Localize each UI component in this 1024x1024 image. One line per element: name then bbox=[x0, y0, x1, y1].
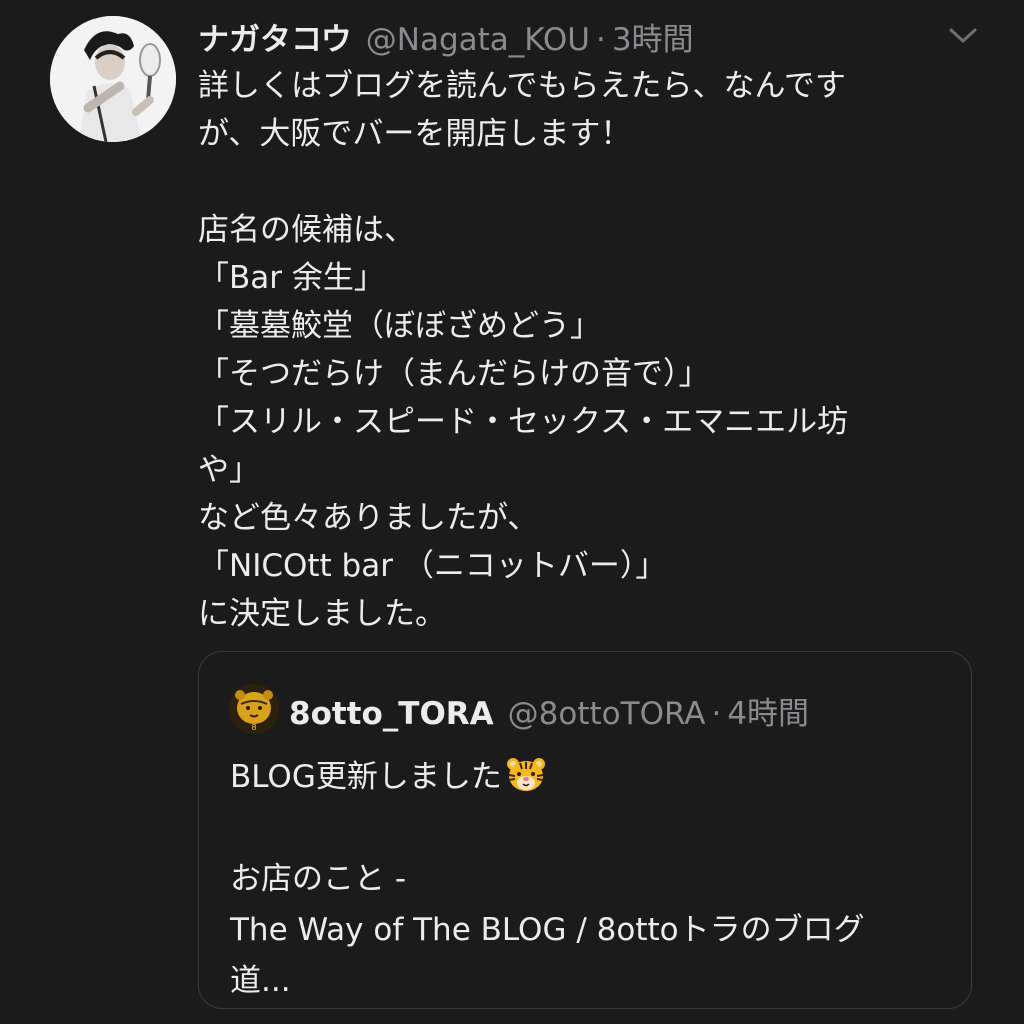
tweet-text-line: 「NICOtt bar （ニコットバー）」 bbox=[198, 548, 667, 584]
separator: · bbox=[596, 22, 606, 58]
tweet-text-line: や」 bbox=[198, 452, 260, 488]
tweet[interactable]: ナガタコウ @Nagata_KOU · 3時間 詳しくはブログを読んでもらえたら… bbox=[0, 0, 1024, 1024]
tweet-header: ナガタコウ @Nagata_KOU · 3時間 bbox=[198, 14, 694, 58]
tiger-face-emoji-icon bbox=[506, 758, 545, 791]
avatar-photo bbox=[50, 16, 176, 142]
tweet-text-line bbox=[198, 158, 968, 206]
tweet-text-line: 詳しくはブログを読んでもらえたら、なんです bbox=[198, 68, 846, 104]
separator: · bbox=[711, 696, 722, 732]
tweet-text: 詳しくはブログを読んでもらえたら、なんです が、大阪でバーを開店します！ 店名の… bbox=[198, 62, 968, 638]
quoted-text-line: お店のこと - bbox=[230, 861, 407, 897]
tweet-text-line: 「そつだらけ（まんだらけの音で）」 bbox=[198, 356, 710, 392]
quoted-text-span: BLOG更新しました bbox=[230, 759, 502, 795]
quoted-display-name[interactable]: 8otto_TORA bbox=[289, 696, 494, 732]
quoted-user-avatar[interactable]: 8 bbox=[229, 684, 279, 734]
user-avatar[interactable] bbox=[50, 16, 176, 142]
quoted-text-line: BLOG更新しました bbox=[230, 752, 960, 803]
quoted-tweet-text: BLOG更新しました お店のこと - The Way of The BLOG / bbox=[230, 752, 960, 1007]
quoted-tweet-header: 8otto_TORA @8ottoTORA · 4時間 bbox=[289, 688, 809, 733]
tweet-text-line: 店名の候補は、 bbox=[198, 212, 415, 248]
display-name[interactable]: ナガタコウ bbox=[198, 14, 352, 59]
quoted-user-handle[interactable]: @8ottoTORA bbox=[508, 696, 706, 732]
tweet-text-line: 「Bar 余生」 bbox=[198, 260, 385, 296]
quoted-tweet-card[interactable]: 8 8otto_TORA @8ottoTORA · 4時間 BLOG更新しました bbox=[198, 651, 972, 1009]
user-handle[interactable]: @Nagata_KOU bbox=[366, 22, 590, 58]
tweet-text-line: など色々ありましたが、 bbox=[198, 500, 539, 536]
tweet-text-line: 「スリル・スピード・セックス・エマニエル坊 bbox=[198, 404, 849, 440]
quoted-timestamp[interactable]: 4時間 bbox=[727, 688, 809, 733]
tweet-text-line: に決定しました。 bbox=[198, 596, 446, 632]
quoted-text-line bbox=[230, 803, 960, 854]
chevron-down-icon[interactable] bbox=[945, 22, 981, 48]
svg-text:8: 8 bbox=[251, 723, 256, 732]
tiger-avatar-icon: 8 bbox=[229, 684, 279, 734]
tweet-text-line: が、大阪でバーを開店します！ bbox=[198, 116, 632, 152]
quoted-text-line: 道... bbox=[230, 963, 291, 999]
timestamp[interactable]: 3時間 bbox=[612, 14, 694, 59]
quoted-text-line: The Way of The BLOG / 8ottoトラのブログ bbox=[230, 912, 865, 948]
tweet-text-line: 「墓墓鮫堂（ぼぼざめどう」 bbox=[198, 308, 601, 344]
